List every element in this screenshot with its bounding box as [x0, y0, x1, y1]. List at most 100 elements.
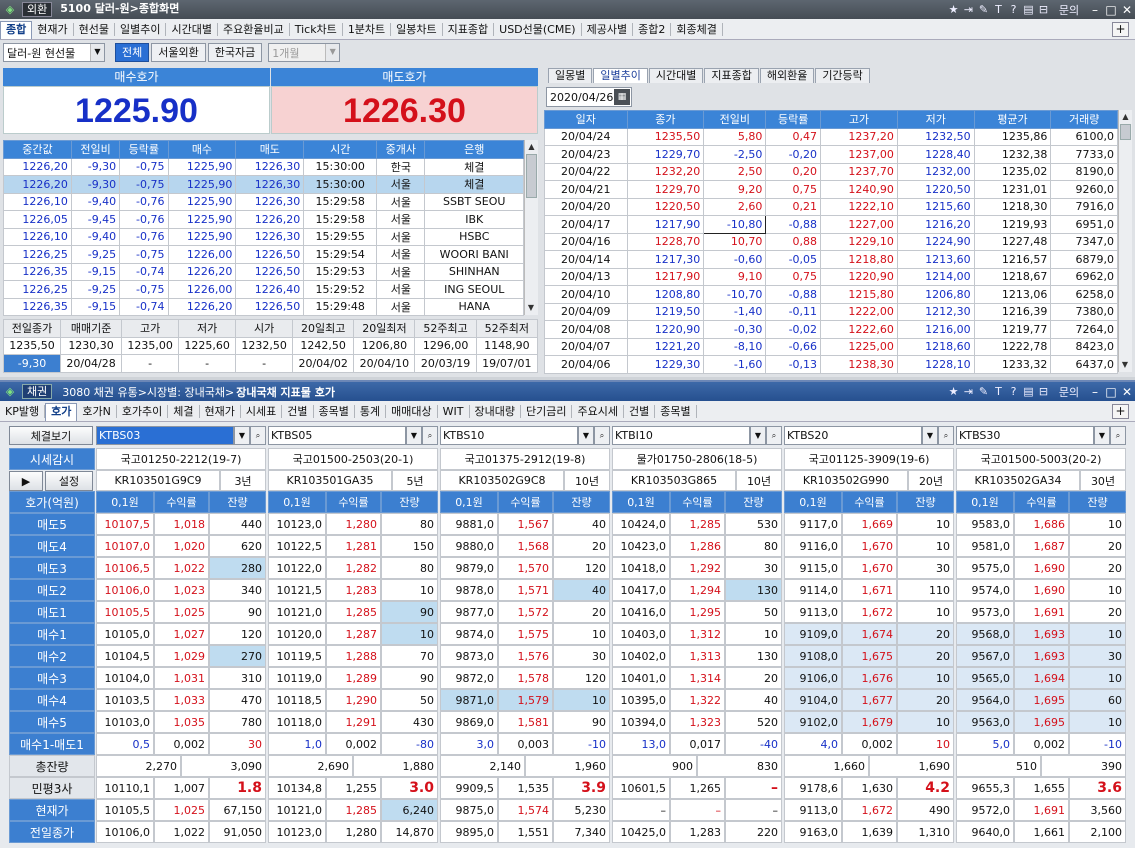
menu-item[interactable]: 건별 [282, 404, 314, 418]
instrument-code-input[interactable]: KTBS20 [784, 426, 922, 445]
table-row[interactable]: 20/04/20 1220,50 2,60 0,21 1222,10 1215,60 121… [544, 197, 1118, 216]
menu-item[interactable]: 매매대상 [386, 404, 438, 418]
menu-item[interactable]: 지표종합 [443, 22, 495, 36]
menu-item[interactable]: 장내대량 [470, 404, 521, 418]
table-row[interactable]: 20/04/21 1229,70 9,20 0,75 1240,90 1220,50 123… [544, 180, 1118, 199]
search-icon[interactable]: ⌕ [594, 426, 610, 445]
star-icon[interactable]: ★ [946, 385, 961, 398]
link-icon[interactable]: ⇥ [961, 3, 976, 16]
table-row[interactable]: 20/04/22 1232,20 2,50 0,20 1237,70 1232,00 123… [544, 162, 1118, 181]
table-row[interactable]: 1226,05 -9,45 -0,76 1225,90 1226,20 15:29:58 서… [3, 210, 524, 229]
menu-item[interactable]: 주요시세 [572, 404, 624, 418]
search-icon[interactable]: ⌕ [250, 426, 266, 445]
close-icon[interactable]: ✕ [1119, 3, 1135, 17]
screen-lock-icon[interactable]: ⊟ [1036, 385, 1051, 398]
scroll-down-icon[interactable]: ▼ [1119, 358, 1131, 372]
play-button[interactable]: ▶ [9, 471, 43, 491]
dropdown-arrow-icon[interactable]: ▼ [1094, 426, 1110, 445]
print-icon[interactable]: ▤ [1021, 3, 1036, 16]
menu-item[interactable]: 종합2 [633, 22, 672, 36]
menu-item[interactable]: 종합 [0, 21, 33, 39]
close-icon[interactable]: ✕ [1119, 385, 1135, 399]
table-row[interactable]: 20/04/16 1228,70 10,70 0,88 1229,10 1224,90 12… [544, 232, 1118, 251]
scroll-thumb[interactable] [526, 154, 537, 198]
scroll-up-icon[interactable]: ▲ [1119, 110, 1132, 124]
instrument-code-input[interactable]: KTBI10 [612, 426, 750, 445]
table-row[interactable]: 1226,10 -9,40 -0,76 1225,90 1226,30 15:29:55 서… [3, 227, 524, 246]
table-row[interactable]: 20/04/06 1229,30 -1,60 -0,13 1238,30 1228,10 1… [544, 355, 1118, 374]
menu-item[interactable]: 호가 [45, 403, 78, 421]
menu-item[interactable]: 1분차트 [343, 22, 392, 36]
table-row[interactable]: 20/04/23 1229,70 -2,50 -0,20 1237,00 1228,40 1… [544, 145, 1118, 164]
period-select[interactable]: 1개월 ▼ [268, 43, 341, 62]
menu-item[interactable]: 종목별 [314, 404, 355, 418]
table-row[interactable]: 20/04/17 1217,90 -10,80 -0,88 1227,00 1216,20… [544, 215, 1118, 234]
menu-item[interactable]: 단기금리 [521, 404, 573, 418]
link-icon[interactable]: ⇥ [961, 385, 976, 398]
menu-item[interactable]: 호가추이 [117, 404, 169, 418]
instrument-code-input[interactable]: KTBS05 [268, 426, 406, 445]
inquiry-button[interactable]: 문의 [1051, 2, 1087, 18]
menu-item[interactable]: 제공사별 [582, 22, 634, 36]
menu-item[interactable]: 현재가 [200, 404, 241, 418]
maximize-icon[interactable]: □ [1103, 385, 1119, 399]
menu-item[interactable]: WIT [438, 404, 470, 418]
instrument-selector[interactable]: KTBS03 ▼ ⌕ [96, 426, 266, 445]
daily-tab[interactable]: 해외환율 [759, 68, 815, 83]
table-row[interactable]: 1226,35 -9,15 -0,74 1226,20 1226,50 15:29:53 서… [3, 262, 524, 281]
table-row[interactable]: 1226,25 -9,25 -0,75 1226,00 1226,50 15:29:54 서… [3, 245, 524, 264]
scroll-down-icon[interactable]: ▼ [525, 301, 537, 315]
minimize-icon[interactable]: – [1087, 3, 1103, 17]
table-row[interactable]: 20/04/09 1219,50 -1,40 -0,11 1222,00 1212,30 1… [544, 302, 1118, 321]
menu-item[interactable]: 일봉차트 [391, 22, 443, 36]
seg-all[interactable]: 전체 [115, 43, 150, 62]
daily-tab[interactable]: 기간등락 [815, 68, 870, 83]
calendar-icon[interactable]: ▦ [614, 89, 630, 105]
dropdown-arrow-icon[interactable]: ▼ [578, 426, 594, 445]
seg-seoul[interactable]: 서울외환 [151, 43, 206, 62]
menu-item[interactable]: 호가N [77, 404, 117, 418]
scroll-up-icon[interactable]: ▲ [525, 140, 538, 154]
instrument-selector[interactable]: KTBI10 ▼ ⌕ [612, 426, 782, 445]
menu-item[interactable]: Tick차트 [290, 22, 343, 36]
text-icon[interactable]: T [991, 3, 1006, 16]
settings-button[interactable]: 설정 [45, 471, 93, 491]
dropdown-arrow-icon[interactable]: ▼ [234, 426, 250, 445]
menu-item[interactable]: 현재가 [32, 22, 74, 36]
menu-item[interactable]: 주요환율비교 [218, 22, 290, 36]
daily-scrollbar[interactable]: ▲ ▼ [1118, 110, 1132, 372]
instrument-selector[interactable]: KTBS05 ▼ ⌕ [268, 426, 438, 445]
market-select[interactable]: 달러-원 현선물 ▼ [3, 43, 105, 62]
menu-item[interactable]: 회종체결 [671, 22, 723, 36]
table-row[interactable]: 1226,10 -9,40 -0,76 1225,90 1226,30 15:29:58 서… [3, 192, 524, 211]
menu-item[interactable]: 시간대별 [166, 22, 218, 36]
inquiry-button[interactable]: 문의 [1051, 384, 1087, 400]
add-tab-icon[interactable]: + [1112, 21, 1129, 37]
search-icon[interactable]: ⌕ [1110, 426, 1126, 445]
table-row[interactable]: 20/04/07 1221,20 -8,10 -0,66 1225,00 1218,60 1… [544, 337, 1118, 356]
settings-icon[interactable]: ✎ [976, 385, 991, 398]
menu-item[interactable]: KP발행 [0, 404, 46, 418]
daily-tab[interactable]: 지표종합 [704, 68, 759, 83]
settings-icon[interactable]: ✎ [976, 3, 991, 16]
menu-item[interactable]: 일별추이 [115, 22, 167, 36]
maximize-icon[interactable]: □ [1103, 3, 1119, 17]
table-row[interactable]: 20/04/10 1208,80 -10,70 -0,88 1215,80 1206,80… [544, 285, 1118, 304]
scroll-thumb[interactable] [1120, 124, 1131, 140]
daily-tab[interactable]: 시간대별 [648, 68, 704, 83]
menu-item[interactable]: 체결 [168, 404, 200, 418]
menu-item[interactable]: 종목별 [655, 404, 697, 418]
minimize-icon[interactable]: – [1087, 385, 1103, 399]
help-icon[interactable]: ? [1006, 3, 1021, 16]
table-row[interactable]: 1226,20 -9,30 -0,75 1225,90 1226,30 15:30:00 한… [3, 157, 524, 176]
star-icon[interactable]: ★ [946, 3, 961, 16]
dropdown-arrow-icon[interactable]: ▼ [922, 426, 938, 445]
menu-item[interactable]: 시세표 [241, 404, 283, 418]
table-row[interactable]: 20/04/13 1217,90 9,10 0,75 1220,90 1214,00 121… [544, 267, 1118, 286]
instrument-code-input[interactable]: KTBS30 [956, 426, 1094, 445]
trade-scrollbar[interactable]: ▲ ▼ [524, 140, 538, 315]
dropdown-arrow-icon[interactable]: ▼ [750, 426, 766, 445]
add-tab-icon[interactable]: + [1112, 403, 1129, 419]
screen-lock-icon[interactable]: ⊟ [1036, 3, 1051, 16]
table-row[interactable]: 20/04/24 1235,50 5,80 0,47 1237,20 1232,50 123… [544, 127, 1118, 146]
